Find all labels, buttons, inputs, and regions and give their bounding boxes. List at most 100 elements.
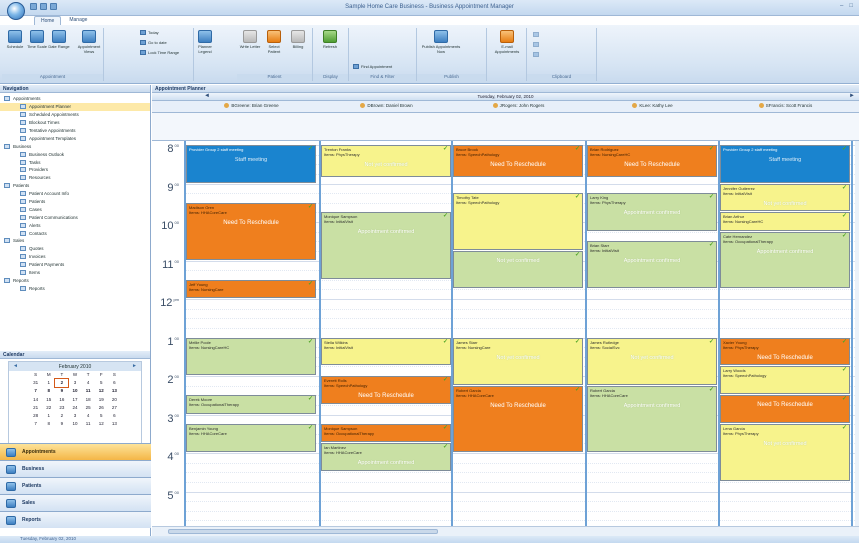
appointment[interactable]: Bruce Brook Items: SpeechPathology Need To… (453, 145, 583, 177)
nav-item[interactable]: Appointments (0, 95, 150, 103)
cut-button[interactable] (533, 32, 539, 37)
lock-time-range-button[interactable]: Lock Time Range (140, 50, 179, 55)
calendar-day[interactable]: 18 (82, 396, 95, 404)
next-month-icon[interactable]: ► (132, 363, 137, 369)
nav-item[interactable]: Sales (0, 237, 150, 245)
appointment[interactable]: Ian Martinez Items: HHACoreCare Appointmen… (321, 443, 451, 472)
calendar-day[interactable]: 1 (42, 412, 55, 420)
resource-header[interactable]: JRogers: John Rogers (452, 103, 585, 109)
calendar-day[interactable]: 24 (68, 404, 81, 412)
workspace-button-appointments[interactable]: Appointments (0, 443, 151, 460)
nav-item[interactable]: Providers (0, 166, 150, 174)
email-appointments-button[interactable]: E-mail Appointments (489, 30, 525, 54)
all-day-area[interactable] (152, 113, 859, 141)
resource-header[interactable]: BGreene: Brian Greene (185, 103, 318, 109)
workspace-button-business[interactable]: Business (0, 460, 151, 477)
calendar-day[interactable]: 1 (42, 379, 55, 387)
appointment[interactable]: Robert Garcia Items: HHACoreCare Need To R… (453, 385, 583, 452)
calendar-day[interactable]: 5 (95, 412, 108, 420)
calendar-day[interactable]: 22 (42, 404, 55, 412)
appointment[interactable]: Provider Group 2 staff meeting Staff meet… (720, 145, 850, 183)
refresh-button[interactable]: Refresh (319, 30, 341, 49)
horizontal-scrollbar[interactable] (152, 526, 859, 536)
calendar-day[interactable]: 11 (82, 387, 95, 395)
nav-item[interactable]: Contacts (0, 229, 150, 237)
appointment[interactable]: Madison Oren Items: HHACoreCare Need To Re… (186, 202, 316, 260)
appointment[interactable]: Everett Rolls Items: SpeechPathology Need … (321, 376, 451, 404)
find-appointment-button[interactable]: Find Appointment (353, 64, 392, 69)
calendar-day[interactable]: 21 (29, 404, 42, 412)
calendar-day[interactable]: 31 (29, 379, 42, 387)
calendar-day[interactable]: 28 (29, 412, 42, 420)
calendar-day[interactable]: 4 (82, 412, 95, 420)
nav-item[interactable]: Quotes (0, 245, 150, 253)
tab-manage[interactable]: Manage (63, 16, 93, 25)
appointment[interactable]: James Rutledge Items: SocialSvc Not yet co… (587, 337, 717, 385)
appointment[interactable]: Derek Moore Items: OccupationalTherapy ✓ (186, 395, 316, 414)
calendar-day[interactable]: 27 (108, 404, 121, 412)
publish-appointments-button[interactable]: Publish Appointments Now (421, 30, 461, 54)
prev-month-icon[interactable]: ◄ (13, 363, 18, 369)
calendar-day[interactable]: 19 (95, 396, 108, 404)
calendar-day[interactable]: 8 (42, 420, 55, 428)
calendar-day[interactable]: 9 (55, 387, 68, 395)
nav-item[interactable]: Reports (0, 276, 150, 284)
tab-home[interactable]: Home (34, 16, 62, 25)
select-patient-button[interactable]: Select Patient (263, 30, 285, 54)
calendar-day[interactable]: 6 (108, 412, 121, 420)
nav-item[interactable]: Tasks (0, 158, 150, 166)
appointment[interactable]: Brian Arthur Items: NursingCareHC ✓ (720, 212, 850, 231)
schedule-grid[interactable]: 800 900 1000 1100 12pm 100 200 300 400 500 Provide… (152, 141, 855, 526)
calendar-day[interactable]: 13 (108, 387, 121, 395)
calendar-day[interactable]: 25 (82, 404, 95, 412)
calendar-day[interactable]: 2 (54, 378, 70, 389)
nav-item[interactable]: Appointment Templates (0, 134, 150, 142)
appointment[interactable]: Mellie Poole Items: NursingCareHC ✓ (186, 337, 316, 375)
calendar-day[interactable]: 16 (55, 396, 68, 404)
calendar-day[interactable]: 10 (68, 387, 81, 395)
calendar-day[interactable]: 12 (95, 420, 108, 428)
appointment[interactable]: Lena Garcia Items: PhysTherapy Not yet con… (720, 424, 850, 481)
appointment[interactable]: Monique Sampson Items: OccupationalTherap… (321, 424, 451, 443)
calendar-day[interactable]: 26 (95, 404, 108, 412)
calendar-day[interactable]: 7 (29, 420, 42, 428)
appointment[interactable]: Timothy Tate Items: SpeechPathology ✓ (453, 193, 583, 250)
nav-item[interactable]: Patients (0, 198, 150, 206)
maximize-icon[interactable]: □ (849, 3, 853, 9)
calendar-day[interactable]: 8 (42, 387, 55, 395)
nav-item[interactable]: Items (0, 269, 150, 277)
nav-item[interactable]: Business Outlook (0, 150, 150, 158)
nav-item[interactable]: Patient Payments (0, 261, 150, 269)
calendar-day[interactable]: 10 (68, 420, 81, 428)
appointment[interactable]: James Starr Items: NursingCare Not yet con… (453, 337, 583, 385)
workspace-button-reports[interactable]: Reports (0, 511, 151, 528)
nav-item[interactable]: Cases (0, 205, 150, 213)
workspace-button-sales[interactable]: Sales (0, 494, 151, 511)
calendar-day[interactable]: 4 (82, 379, 95, 387)
calendar-day[interactable]: 6 (108, 379, 121, 387)
appointment[interactable]: Brian Rodriguez Items: NursingCareHC Need … (587, 145, 717, 177)
appointment[interactable]: Need To Reschedule ✓ (720, 395, 850, 424)
appointment[interactable]: Stella Wilkins Items: InitialVisit ✓ (321, 337, 451, 366)
calendar-day[interactable]: 5 (95, 379, 108, 387)
calendar-day[interactable]: 9 (55, 420, 68, 428)
date-range-button[interactable]: Date Range (48, 30, 70, 49)
planner-legend-button[interactable]: Planner Legend (194, 30, 216, 54)
nav-item[interactable]: Scheduled Appointments (0, 111, 150, 119)
resource-header[interactable]: SFrancis: Scott Francis (719, 103, 852, 109)
time-scale-button[interactable]: Time Scale (26, 30, 48, 49)
copy-button[interactable] (533, 42, 539, 47)
nav-item[interactable]: Alerts (0, 221, 150, 229)
nav-item[interactable]: Appointment Planner (0, 102, 150, 111)
calendar-day[interactable]: 15 (42, 396, 55, 404)
go-to-date-button[interactable]: Go to date (140, 40, 167, 45)
appointment[interactable]: Trenton Franks Items: PhysTherapy Not yet … (321, 145, 451, 177)
nav-item[interactable]: Patient Communications (0, 213, 150, 221)
appointment[interactable]: Provider Group 2 staff meeting Staff meet… (186, 145, 316, 183)
appointment[interactable]: Xavier Young Items: PhysTherapy Need To Re… (720, 337, 850, 366)
appointment[interactable]: Brian Starr Items: InitialVisit Appointmen… (587, 241, 717, 289)
appointment[interactable]: Not yet confirmed ✓ (453, 250, 583, 289)
scrollbar-thumb[interactable] (168, 529, 438, 534)
calendar-day[interactable]: 20 (108, 396, 121, 404)
calendar-day[interactable]: 3 (68, 412, 81, 420)
